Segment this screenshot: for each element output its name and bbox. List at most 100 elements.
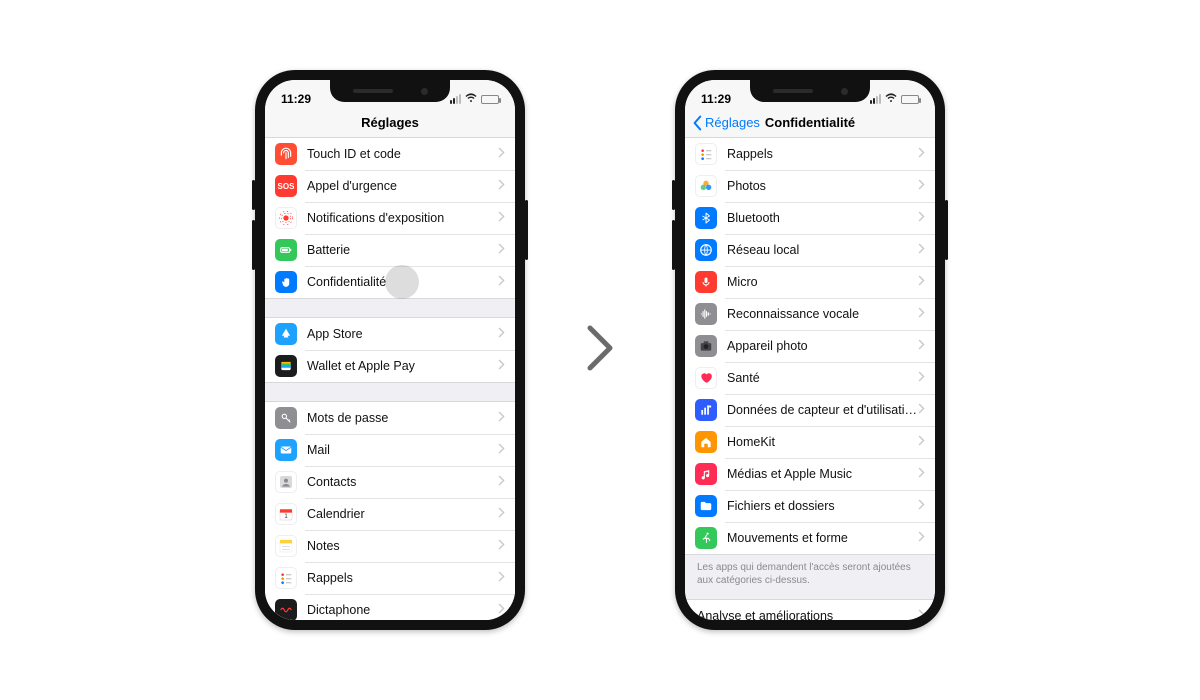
settings-row-camera[interactable]: Appareil photo [685, 330, 935, 362]
chevron-right-icon [498, 243, 505, 257]
chevron-right-icon [498, 359, 505, 373]
settings-row-sante[interactable]: Santé [685, 362, 935, 394]
row-label: Appareil photo [727, 339, 918, 353]
chevron-right-icon [498, 147, 505, 161]
volume-up-button [252, 180, 255, 210]
battery-icon [275, 239, 297, 261]
settings-row-voice[interactable]: Reconnaissance vocale [685, 298, 935, 330]
settings-group: Touch ID et code SOS Appel d'urgence Notifi… [265, 138, 515, 299]
row-label: Santé [727, 371, 918, 385]
row-label: Appel d'urgence [307, 179, 498, 193]
mic-icon [695, 271, 717, 293]
notch [750, 80, 870, 102]
row-label: Analyse et améliorations [697, 609, 918, 620]
chevron-right-icon [498, 475, 505, 489]
settings-row-fichiers[interactable]: Fichiers et dossiers [685, 490, 935, 522]
settings-row-rappels[interactable]: Rappels [265, 562, 515, 594]
chevron-right-icon [918, 403, 925, 417]
notch [330, 80, 450, 102]
privacy-list[interactable]: Rappels Photos BluetoothRéseau localMicroR… [685, 138, 935, 620]
settings-row-sensor[interactable]: Données de capteur et d'utilisation... [685, 394, 935, 426]
notes-icon [275, 535, 297, 557]
settings-row-mouvement[interactable]: Mouvements et forme [685, 522, 935, 554]
chevron-right-icon [918, 371, 925, 385]
settings-row-confidentialite[interactable]: Confidentialité [265, 266, 515, 298]
settings-row-touchid[interactable]: Touch ID et code [265, 138, 515, 170]
camera-icon [695, 335, 717, 357]
row-label: Mail [307, 443, 498, 457]
chevron-right-icon [498, 571, 505, 585]
screen-left: 11:29 Réglages Touch ID et code SOS Appel … [265, 80, 515, 620]
home-icon [695, 431, 717, 453]
power-button [525, 200, 528, 260]
fingerprint-icon [275, 143, 297, 165]
settings-row-batterie[interactable]: Batterie [265, 234, 515, 266]
voice-memos-icon [275, 599, 297, 620]
settings-group: Rappels Photos BluetoothRéseau localMicroR… [685, 138, 935, 555]
mail-icon [275, 439, 297, 461]
row-label: Photos [727, 179, 918, 193]
settings-row-photos[interactable]: Photos [685, 170, 935, 202]
reminders-icon [275, 567, 297, 589]
chevron-right-icon [498, 411, 505, 425]
row-label: Batterie [307, 243, 498, 257]
back-button[interactable]: Réglages [691, 108, 760, 137]
battery-icon [481, 95, 499, 104]
navbar: Réglages [265, 108, 515, 138]
row-label: Fichiers et dossiers [727, 499, 918, 513]
chevron-right-icon [918, 531, 925, 545]
chevron-right-icon [918, 435, 925, 449]
settings-row-homekit[interactable]: HomeKit [685, 426, 935, 458]
row-label: Calendrier [307, 507, 498, 521]
page-title: Confidentialité [765, 115, 855, 130]
bluetooth-icon [695, 207, 717, 229]
chevron-right-icon [498, 507, 505, 521]
status-time: 11:29 [281, 92, 311, 106]
row-label: Notes [307, 539, 498, 553]
chevron-right-icon [918, 339, 925, 353]
motion-icon [695, 527, 717, 549]
settings-list[interactable]: Touch ID et code SOS Appel d'urgence Notifi… [265, 138, 515, 620]
contacts-icon [275, 471, 297, 493]
chevron-right-icon [918, 179, 925, 193]
settings-row-calendrier[interactable]: 1Calendrier [265, 498, 515, 530]
chevron-right-icon [918, 307, 925, 321]
sos-icon: SOS [275, 175, 297, 197]
signal-icon [870, 94, 881, 104]
settings-row-micro[interactable]: Micro [685, 266, 935, 298]
row-label: Confidentialité [307, 275, 498, 289]
settings-row-rappels2[interactable]: Rappels [685, 138, 935, 170]
chevron-right-icon [498, 275, 505, 289]
row-label: Rappels [307, 571, 498, 585]
navbar: Réglages Confidentialité [685, 108, 935, 138]
footer-note: Les apps qui demandent l'accès seront aj… [685, 555, 935, 599]
chevron-right-icon [918, 147, 925, 161]
folder-icon [695, 495, 717, 517]
chevron-right-icon [918, 211, 925, 225]
network-icon [695, 239, 717, 261]
settings-row-reseau[interactable]: Réseau local [685, 234, 935, 266]
hand-icon [275, 271, 297, 293]
settings-row-exposure[interactable]: Notifications d'exposition [265, 202, 515, 234]
settings-row-analyse[interactable]: Analyse et améliorations [685, 600, 935, 620]
settings-row-mail[interactable]: Mail [265, 434, 515, 466]
appstore-icon [275, 323, 297, 345]
settings-row-media[interactable]: Médias et Apple Music [685, 458, 935, 490]
chevron-right-icon [918, 499, 925, 513]
settings-row-wallet[interactable]: Wallet et Apple Pay [265, 350, 515, 382]
settings-row-bluetooth[interactable]: Bluetooth [685, 202, 935, 234]
back-label: Réglages [705, 115, 760, 130]
settings-row-appstore[interactable]: App Store [265, 318, 515, 350]
wifi-icon [465, 92, 477, 106]
phone-frame-left: 11:29 Réglages Touch ID et code SOS Appel … [255, 70, 525, 630]
settings-row-contacts[interactable]: Contacts [265, 466, 515, 498]
settings-row-dictaphone[interactable]: Dictaphone [265, 594, 515, 620]
chevron-right-icon [498, 211, 505, 225]
settings-row-sos[interactable]: SOS Appel d'urgence [265, 170, 515, 202]
row-label: HomeKit [727, 435, 918, 449]
health-icon [695, 367, 717, 389]
settings-row-notes[interactable]: Notes [265, 530, 515, 562]
settings-row-passwords[interactable]: Mots de passe [265, 402, 515, 434]
row-label: Mouvements et forme [727, 531, 918, 545]
row-label: App Store [307, 327, 498, 341]
